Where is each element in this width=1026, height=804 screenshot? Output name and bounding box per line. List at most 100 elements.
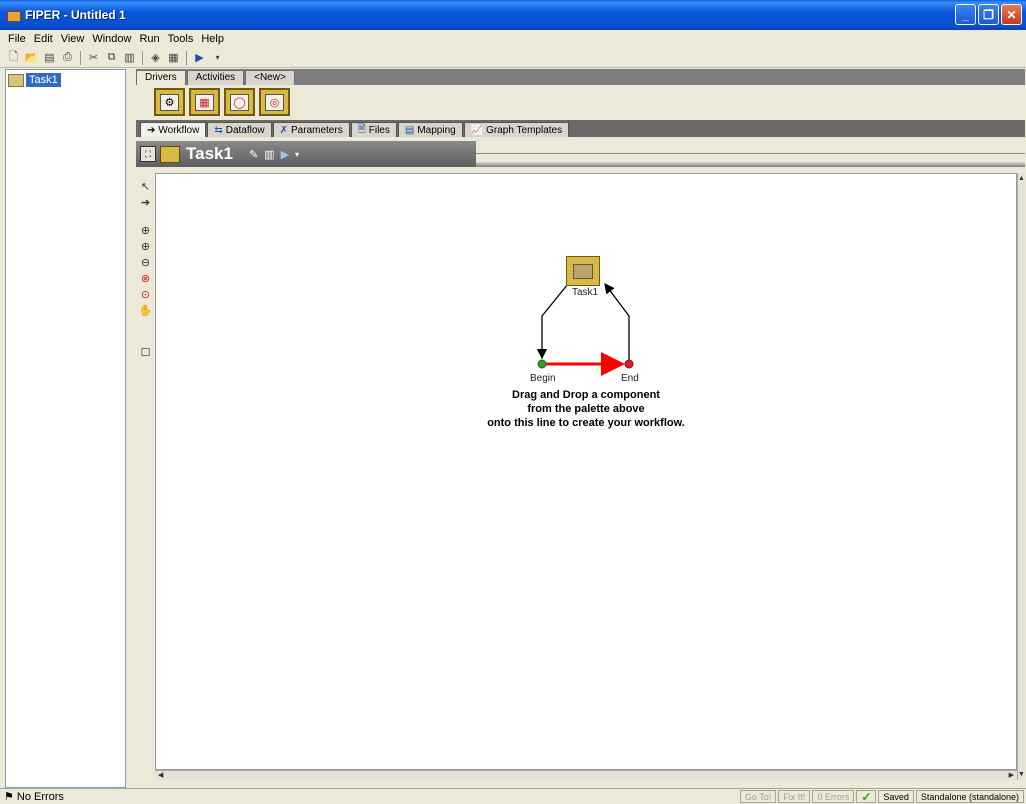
task-title: Task1 (186, 144, 233, 163)
tab-drivers[interactable]: Drivers (136, 70, 186, 85)
open-icon[interactable]: 📂 (24, 50, 39, 65)
select-pointer-icon[interactable]: ↖ (138, 179, 153, 194)
zoom-icon[interactable]: ⊕ (138, 223, 153, 238)
run-icon[interactable]: ▶ (281, 148, 289, 161)
menu-window[interactable]: Window (88, 33, 135, 45)
edge-end-to-task (604, 282, 630, 361)
target-icon: ◎ (265, 93, 284, 111)
task-node-label: Task1 (572, 287, 599, 298)
zoom-out-icon[interactable]: ⊖ (138, 255, 153, 270)
run-icon[interactable]: ▶ (192, 50, 207, 65)
restore-icon[interactable]: ❐ (978, 4, 999, 25)
model-icon[interactable]: ▦ (166, 50, 181, 65)
app-icon (6, 8, 21, 22)
print-icon[interactable]: ⎙ (60, 50, 75, 65)
doe-component-button[interactable]: ▦ (189, 88, 220, 116)
saved-status: Saved (878, 790, 914, 803)
mode-status: Standalone (standalone) (915, 790, 1024, 803)
parameters-icon: ✗ (279, 124, 289, 136)
dataflow-icon: ⇆ (214, 124, 223, 136)
zoom-in-icon[interactable]: ⊕ (138, 239, 153, 254)
edit-properties-icon[interactable]: ✎ (249, 148, 258, 161)
task-header: ⛶ Task1 ✎ ▥ ▶ ▾ (136, 137, 1025, 173)
end-label: End (621, 373, 639, 384)
mapping-icon: ▤ (404, 124, 415, 136)
goto-button[interactable]: Go To! (739, 790, 777, 803)
main-toolbar: 🗋 📂 ▤ ⎙ ✂ ⧉ ▥ ◈ ▦ ▶ ▾ (0, 48, 1026, 68)
tab-mapping[interactable]: ▤ Mapping (397, 122, 463, 137)
hint-line: Drag and Drop a component (512, 389, 660, 401)
edge-task-to-begin (536, 283, 569, 360)
new-icon[interactable]: 🗋 (6, 50, 21, 65)
task1-node[interactable] (566, 256, 600, 286)
menu-run[interactable]: Run (135, 33, 163, 45)
component-palette: ⚙ ▦ ◯ ◎ (136, 85, 1025, 119)
hierarchy-icon[interactable]: ⛶ (140, 146, 156, 162)
connect-arrow-icon[interactable]: ➔ (138, 195, 153, 210)
task-component-button[interactable]: ⚙ (154, 88, 185, 116)
hint-line: from the palette above (527, 403, 645, 415)
end-node (624, 359, 634, 369)
saved-check-icon: ✓ (856, 790, 877, 804)
zoom-fit-icon[interactable]: ⊙ (138, 287, 153, 302)
pan-hand-icon[interactable]: ✋ (138, 303, 153, 318)
tab-new[interactable]: <New> (245, 70, 295, 85)
tab-parameters[interactable]: ✗ Parameters (272, 122, 350, 137)
overview-icon[interactable]: ☐ (138, 345, 153, 360)
tab-files[interactable]: 🗎 Files (350, 122, 397, 137)
scroll-left-icon[interactable]: ◀ (158, 771, 163, 779)
layout-icon[interactable]: ▥ (264, 148, 274, 161)
workflow-canvas[interactable]: Task1 Begin End Drag and Drop a componen… (155, 173, 1017, 770)
palette-tabs: Drivers Activities <New> (136, 69, 1025, 85)
run-dropdown-icon[interactable]: ▾ (210, 50, 225, 65)
loop-icon: ◯ (230, 93, 249, 111)
task-icon (8, 73, 24, 87)
menu-help[interactable]: Help (197, 33, 228, 45)
close-icon[interactable]: ✕ (1001, 4, 1022, 25)
paste-icon[interactable]: ▥ (122, 50, 137, 65)
arrow-right-icon: ➔ (147, 124, 156, 136)
menu-bar: File Edit View Window Run Tools Help (0, 30, 1026, 47)
window-controls: _ ❐ ✕ (955, 4, 1022, 25)
tab-workflow[interactable]: ➔ Workflow (140, 122, 207, 137)
loop-component-button[interactable]: ◯ (224, 88, 255, 116)
hint-line: onto this line to create your workflow. (487, 417, 685, 429)
cut-icon[interactable]: ✂ (86, 50, 101, 65)
menu-tools[interactable]: Tools (164, 33, 198, 45)
model-navigator: Task1 (5, 69, 126, 788)
fixit-button[interactable]: Fix It! (778, 790, 811, 803)
scroll-right-icon[interactable]: ▶ (1009, 771, 1014, 779)
errors-button[interactable]: 0 Errors (812, 790, 855, 803)
view-tabs: ➔ Workflow ⇆ Dataflow ✗ Parameters 🗎 Files ▤… (136, 120, 1025, 137)
zoom-stop-icon[interactable]: ⊗ (138, 271, 153, 286)
dropdown-icon[interactable]: ▾ (295, 150, 299, 159)
scroll-up-icon[interactable]: ▲ (1018, 175, 1025, 182)
component-icon[interactable]: ◈ (148, 50, 163, 65)
menu-file[interactable]: File (4, 33, 30, 45)
tab-graph-templates[interactable]: 📈 Graph Templates (463, 122, 570, 137)
scroll-down-icon[interactable]: ▼ (1018, 771, 1025, 778)
save-icon[interactable]: ▤ (42, 50, 57, 65)
toolbar-separator (80, 50, 81, 65)
grid-icon: ▦ (195, 93, 214, 111)
status-icon: ⚑ (4, 791, 14, 803)
nav-item-label: Task1 (26, 73, 61, 87)
nav-item-task1[interactable]: Task1 (8, 72, 125, 88)
files-icon: 🗎 (357, 123, 366, 135)
diagram-tools: ↖ ➔ ⊕ ⊕ ⊖ ⊗ ⊙ ✋ ☐ (136, 173, 155, 780)
optimization-component-button[interactable]: ◎ (259, 88, 290, 116)
menu-view[interactable]: View (57, 33, 89, 45)
drop-hint: Drag and Drop a component from the palet… (456, 388, 716, 430)
horizontal-scrollbar[interactable]: ◀ ▶ (155, 770, 1017, 780)
tab-activities[interactable]: Activities (186, 70, 245, 85)
minimize-icon[interactable]: _ (955, 4, 976, 25)
title-bar: FIPER - Untitled 1 _ ❐ ✕ (0, 0, 1026, 30)
graph-icon: 📈 (470, 124, 484, 136)
gears-icon: ⚙ (160, 93, 179, 111)
tab-dataflow[interactable]: ⇆ Dataflow (207, 122, 272, 137)
vertical-scrollbar[interactable]: ▲ ▼ (1017, 173, 1025, 780)
menu-edit[interactable]: Edit (30, 33, 57, 45)
gears-icon (573, 263, 593, 279)
copy-icon[interactable]: ⧉ (104, 50, 119, 65)
begin-label: Begin (530, 373, 556, 384)
